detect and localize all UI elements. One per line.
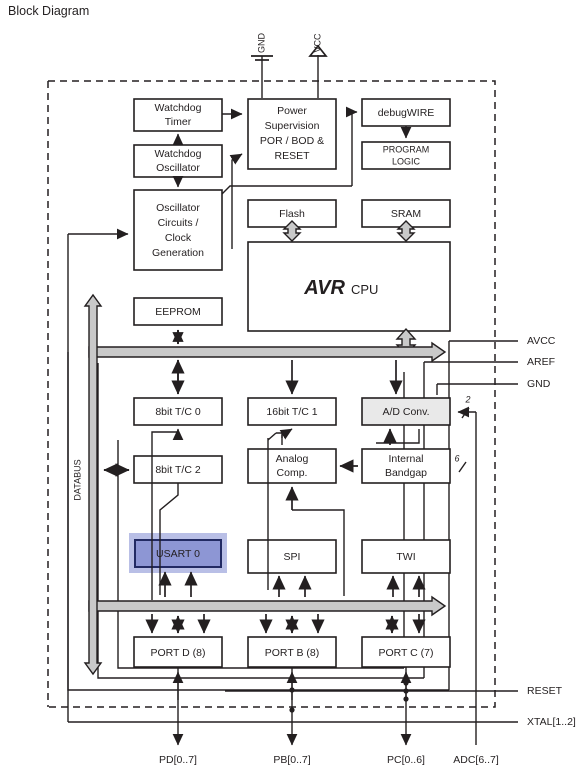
block-tc1[interactable]: 16bit T/C 1 — [247, 397, 337, 426]
block-spi[interactable]: SPI — [247, 539, 337, 574]
pin-pb-lead: PB[0..7] — [273, 667, 311, 766]
bandgap-line2: Bandgap — [385, 467, 427, 479]
block-twi[interactable]: TWI — [361, 539, 451, 574]
analog-comp-line2: Comp. — [277, 467, 308, 479]
eeprom-label: EEPROM — [155, 306, 201, 318]
wire-tc1-skew — [267, 432, 277, 441]
block-program-logic[interactable]: PROGRAM LOGIC — [361, 141, 451, 170]
pin-adc-lead: ADC[6..7] — [453, 722, 499, 766]
pin-aref-label: AREF — [527, 356, 555, 368]
block-diagram-canvas: GND VCC AVCC AREF GND RESET XTAL[1..2] W… — [47, 33, 576, 766]
pin-adc-label: ADC[6..7] — [453, 754, 499, 766]
pin-gnd-top: GND — [251, 33, 273, 98]
databus-vertical: DATABUS — [72, 293, 103, 676]
pin-aref: AREF — [424, 356, 555, 368]
port-b-label: PORT B (8) — [265, 647, 319, 659]
pin-gnd-right: GND — [437, 378, 551, 390]
program-logic-line2: LOGIC — [392, 156, 421, 166]
bus-width-6-label: 6 — [454, 453, 459, 463]
block-tc2[interactable]: 8bit T/C 2 — [133, 455, 223, 484]
wire-osc-to-power — [229, 153, 243, 249]
pin-reset-label: RESET — [527, 685, 563, 697]
databus-label: DATABUS — [72, 459, 82, 500]
block-avr-cpu[interactable]: AVR CPU — [247, 241, 451, 332]
wire-adc-6path — [376, 429, 420, 444]
block-tc0[interactable]: 8bit T/C 0 — [133, 397, 223, 426]
pin-vcc-top: VCC — [308, 33, 328, 98]
block-power-supervision[interactable]: Power Supervision POR / BOD & RESET — [247, 98, 337, 170]
tc1-label: 16bit T/C 1 — [266, 406, 317, 418]
pin-gnd-top-label: GND — [256, 33, 266, 54]
wire-adc-2bit: 2 — [457, 394, 476, 419]
chip-boundary-dashed — [48, 80, 496, 708]
tc0-label: 8bit T/C 0 — [155, 406, 200, 418]
databus-horizontal-upper — [88, 341, 447, 363]
tc2-label: 8bit T/C 2 — [155, 464, 200, 476]
wire-dw-to-left — [221, 185, 352, 195]
pin-xtal: XTAL[1..2] — [68, 716, 576, 728]
databus-horizontal-lower — [88, 595, 447, 617]
debugwire-label: debugWIRE — [378, 107, 435, 119]
block-internal-bandgap[interactable]: Internal Bandgap — [361, 448, 451, 484]
bandgap-line1: Internal — [388, 453, 423, 465]
watchdog-osc-line1: Watchdog — [155, 148, 202, 160]
usart0-label: USART 0 — [156, 548, 200, 560]
block-port-d[interactable]: PORT D (8) — [133, 636, 223, 668]
block-analog-comp[interactable]: Analog Comp. — [247, 448, 337, 484]
osc-line3: Clock — [165, 232, 192, 244]
power-line1: Power — [277, 105, 307, 117]
power-line2: Supervision — [265, 120, 320, 132]
cpu-label: CPU — [351, 282, 378, 297]
port-d-label: PORT D (8) — [150, 647, 205, 659]
osc-line4: Generation — [152, 247, 204, 259]
osc-line2: Circuits / — [158, 217, 199, 229]
block-oscillator-circuits[interactable]: Oscillator Circuits / Clock Generation — [133, 189, 223, 271]
spi-label: SPI — [284, 551, 301, 563]
port-c-label: PORT C (7) — [378, 647, 433, 659]
power-line3: POR / BOD & — [260, 135, 324, 147]
bus-width-2-label: 2 — [464, 394, 470, 404]
block-watchdog-timer[interactable]: Watchdog Timer — [133, 98, 223, 132]
watchdog-timer-line2: Timer — [165, 116, 192, 128]
pin-pb-label: PB[0..7] — [273, 754, 310, 766]
pin-pd-lead: PD[0..7] — [159, 667, 197, 766]
pin-xtal-label: XTAL[1..2] — [527, 716, 576, 728]
ad-conv-label: A/D Conv. — [382, 406, 429, 418]
osc-line1: Oscillator — [156, 202, 200, 214]
pin-avcc: AVCC — [449, 335, 556, 347]
pin-gnd-right-label: GND — [527, 378, 551, 390]
block-port-b[interactable]: PORT B (8) — [247, 636, 337, 668]
block-port-c[interactable]: PORT C (7) — [361, 636, 451, 668]
power-line4: RESET — [274, 150, 310, 162]
block-ad-conv[interactable]: A/D Conv. — [361, 397, 451, 426]
wire-tc1-elbow — [276, 432, 283, 438]
twi-label: TWI — [396, 551, 415, 563]
avr-logo-text: AVR — [303, 277, 345, 299]
wire-to-tc1-bottom — [279, 428, 293, 445]
sram-label: SRAM — [391, 208, 421, 220]
block-watchdog-oscillator[interactable]: Watchdog Oscillator — [133, 144, 223, 178]
block-eeprom[interactable]: EEPROM — [133, 297, 223, 326]
watchdog-osc-line2: Oscillator — [156, 162, 200, 174]
pin-avcc-label: AVCC — [527, 335, 556, 347]
analog-comp-line1: Analog — [276, 453, 309, 465]
flash-label: Flash — [279, 208, 305, 220]
block-usart0[interactable]: USART 0 — [129, 533, 227, 573]
program-logic-line1: PROGRAM — [383, 144, 430, 154]
block-debugwire[interactable]: debugWIRE — [361, 98, 451, 127]
pin-pc-label: PC[0..6] — [387, 754, 425, 766]
pin-pd-label: PD[0..7] — [159, 754, 197, 766]
watchdog-timer-line1: Watchdog — [155, 102, 202, 114]
